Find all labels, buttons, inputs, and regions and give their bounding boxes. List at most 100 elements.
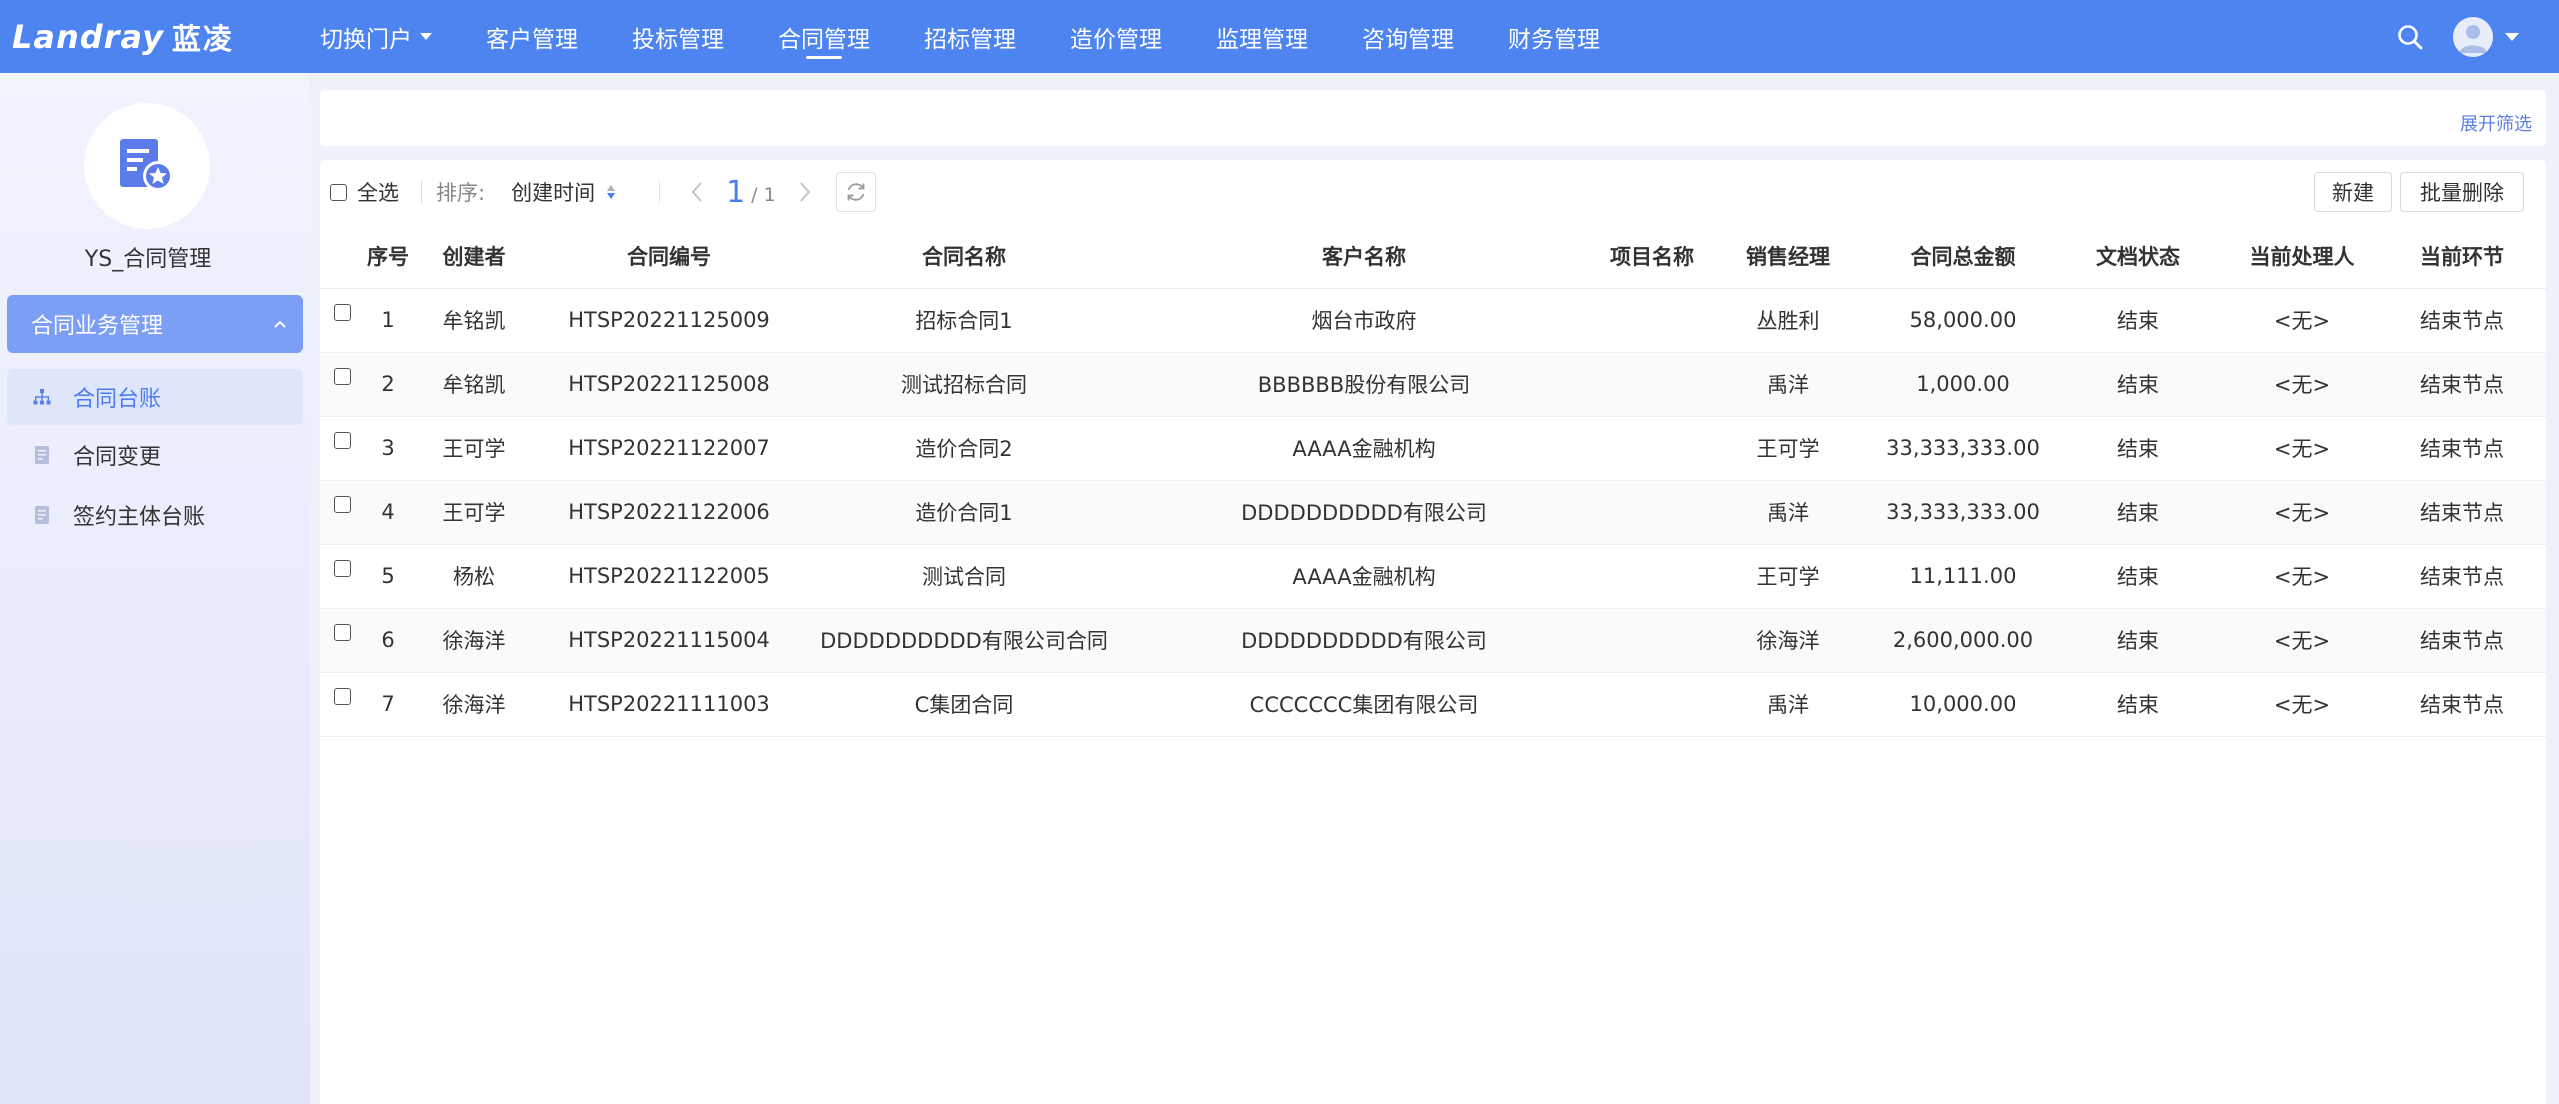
cell-contract-no[interactable]: HTSP20221122005 bbox=[534, 544, 804, 609]
nav-customer-management[interactable]: 客户管理 bbox=[486, 0, 578, 73]
cell-contract-no[interactable]: HTSP20221115004 bbox=[534, 608, 804, 673]
column-header[interactable]: 创建者 bbox=[414, 224, 534, 289]
cell-current-handler: <无> bbox=[2226, 352, 2378, 417]
prev-page-icon[interactable] bbox=[682, 177, 712, 207]
table-row[interactable]: 7 徐海洋 HTSP20221111003 C集团合同 CCCCCCC集团有限公… bbox=[320, 672, 2546, 737]
avatar[interactable] bbox=[2453, 16, 2493, 57]
cell-doc-status: 结束 bbox=[2050, 608, 2226, 673]
row-checkbox[interactable] bbox=[334, 368, 351, 385]
cell-creator: 牟铭凯 bbox=[414, 352, 534, 417]
sort-label: 排序: bbox=[436, 181, 486, 205]
cell-index: 3 bbox=[362, 416, 414, 481]
checkbox[interactable] bbox=[330, 183, 347, 201]
filter-bar: 展开筛选 bbox=[320, 90, 2546, 146]
cell-contract-name[interactable]: 造价合同1 bbox=[804, 480, 1124, 545]
row-checkbox-cell bbox=[320, 288, 362, 353]
row-checkbox[interactable] bbox=[334, 304, 351, 321]
next-page-icon[interactable] bbox=[790, 177, 820, 207]
table-row[interactable]: 2 牟铭凯 HTSP20221125008 测试招标合同 BBBBBB股份有限公… bbox=[320, 352, 2546, 417]
refresh-button[interactable] bbox=[835, 172, 876, 212]
column-header[interactable]: 当前环节 bbox=[2378, 224, 2546, 289]
new-button[interactable]: 新建 bbox=[2314, 172, 2392, 212]
nav-cost-management[interactable]: 造价管理 bbox=[1070, 0, 1162, 73]
cell-sales-manager: 徐海洋 bbox=[1700, 608, 1876, 673]
column-header[interactable]: 序号 bbox=[362, 224, 414, 289]
sidebar-group-contract-business[interactable]: 合同业务管理 bbox=[7, 295, 303, 353]
row-checkbox[interactable] bbox=[334, 432, 351, 449]
column-header[interactable]: 合同总金额 bbox=[1876, 224, 2050, 289]
row-checkbox[interactable] bbox=[334, 496, 351, 513]
cell-customer-name: CCCCCCC集团有限公司 bbox=[1124, 672, 1604, 737]
row-checkbox[interactable] bbox=[334, 688, 351, 705]
column-header[interactable]: 客户名称 bbox=[1124, 224, 1604, 289]
cell-contract-no[interactable]: HTSP20221125009 bbox=[534, 288, 804, 353]
row-checkbox[interactable] bbox=[334, 560, 351, 577]
nav-label: 造价管理 bbox=[1070, 26, 1162, 53]
cell-contract-name[interactable]: 招标合同1 bbox=[804, 288, 1124, 353]
nav-label: 财务管理 bbox=[1508, 26, 1600, 53]
nav-bidding-management[interactable]: 投标管理 bbox=[632, 0, 724, 73]
cell-total-amount: 58,000.00 bbox=[1876, 288, 2050, 353]
sidebar: YS_合同管理 合同业务管理 合同台账 合同变更 签约主体台账 bbox=[0, 73, 310, 1104]
cell-index: 7 bbox=[362, 672, 414, 737]
cell-project-name bbox=[1604, 480, 1700, 545]
nav-label: 切换门户 bbox=[320, 26, 412, 53]
sidebar-item-label: 合同变更 bbox=[73, 445, 162, 470]
nav-consulting-management[interactable]: 咨询管理 bbox=[1362, 0, 1454, 73]
cell-contract-name[interactable]: 测试招标合同 bbox=[804, 352, 1124, 417]
row-checkbox[interactable] bbox=[334, 624, 351, 641]
cell-contract-no[interactable]: HTSP20221125008 bbox=[534, 352, 804, 417]
divider bbox=[659, 181, 661, 203]
nav-label: 监理管理 bbox=[1216, 26, 1308, 53]
table-row[interactable]: 4 王可学 HTSP20221122006 造价合同1 DDDDDDDDDD有限… bbox=[320, 480, 2546, 545]
current-page[interactable]: 1 bbox=[726, 175, 745, 210]
table-row[interactable]: 5 杨松 HTSP20221122005 测试合同 AAAA金融机构 王可学 1… bbox=[320, 544, 2546, 609]
sidebar-item-contract-change[interactable]: 合同变更 bbox=[7, 427, 303, 483]
sidebar-item-contract-ledger[interactable]: 合同台账 bbox=[7, 369, 303, 425]
chevron-down-icon[interactable] bbox=[2505, 32, 2519, 41]
nav-tender-management[interactable]: 招标管理 bbox=[924, 0, 1016, 73]
cell-contract-name[interactable]: 造价合同2 bbox=[804, 416, 1124, 481]
expand-filter-link[interactable]: 展开筛选 bbox=[2460, 110, 2532, 136]
cell-current-node: 结束节点 bbox=[2378, 416, 2546, 481]
brand-name-cn: 蓝凌 bbox=[171, 21, 234, 56]
cell-total-amount: 11,111.00 bbox=[1876, 544, 2050, 609]
column-header[interactable]: 文档状态 bbox=[2050, 224, 2226, 289]
cell-project-name bbox=[1604, 288, 1700, 353]
batch-delete-button[interactable]: 批量删除 bbox=[2400, 172, 2524, 212]
cell-contract-name[interactable]: C集团合同 bbox=[804, 672, 1124, 737]
sidebar-item-signing-entity-ledger[interactable]: 签约主体台账 bbox=[7, 487, 303, 543]
cell-sales-manager: 王可学 bbox=[1700, 544, 1876, 609]
nav-switch-portal[interactable]: 切换门户 bbox=[320, 0, 432, 73]
column-header[interactable]: 项目名称 bbox=[1604, 224, 1700, 289]
column-header[interactable]: 当前处理人 bbox=[2226, 224, 2378, 289]
table-row[interactable]: 6 徐海洋 HTSP20221115004 DDDDDDDDDD有限公司合同 D… bbox=[320, 608, 2546, 673]
header-checkbox-cell bbox=[320, 224, 362, 289]
divider bbox=[421, 181, 422, 203]
nav-supervision-management[interactable]: 监理管理 bbox=[1216, 0, 1308, 73]
cell-customer-name: 烟台市政府 bbox=[1124, 288, 1604, 353]
cell-creator: 王可学 bbox=[414, 416, 534, 481]
cell-contract-no[interactable]: HTSP20221122006 bbox=[534, 480, 804, 545]
logo[interactable]: Landray 蓝凌 bbox=[0, 0, 320, 73]
cell-total-amount: 2,600,000.00 bbox=[1876, 608, 2050, 673]
select-all-checkbox[interactable]: 全选 bbox=[330, 177, 399, 207]
sort-field-selector[interactable]: 创建时间 bbox=[511, 177, 617, 207]
table-row[interactable]: 1 牟铭凯 HTSP20221125009 招标合同1 烟台市政府 丛胜利 58… bbox=[320, 288, 2546, 353]
cell-contract-name[interactable]: DDDDDDDDDD有限公司合同 bbox=[804, 608, 1124, 673]
cell-total-amount: 33,333,333.00 bbox=[1876, 416, 2050, 481]
cell-contract-no[interactable]: HTSP20221111003 bbox=[534, 672, 804, 737]
main-nav: 切换门户 客户管理 投标管理 合同管理 招标管理 造价管理 监理管理 咨询管理 … bbox=[320, 0, 1654, 73]
column-header[interactable]: 合同编号 bbox=[534, 224, 804, 289]
cell-current-handler: <无> bbox=[2226, 480, 2378, 545]
nav-contract-management[interactable]: 合同管理 bbox=[778, 0, 870, 73]
cell-doc-status: 结束 bbox=[2050, 352, 2226, 417]
column-header[interactable]: 销售经理 bbox=[1700, 224, 1876, 289]
search-icon[interactable] bbox=[2395, 22, 2425, 52]
table-row[interactable]: 3 王可学 HTSP20221122007 造价合同2 AAAA金融机构 王可学… bbox=[320, 416, 2546, 481]
column-header[interactable]: 合同名称 bbox=[804, 224, 1124, 289]
cell-contract-no[interactable]: HTSP20221122007 bbox=[534, 416, 804, 481]
cell-contract-name[interactable]: 测试合同 bbox=[804, 544, 1124, 609]
nav-finance-management[interactable]: 财务管理 bbox=[1508, 0, 1600, 73]
cell-project-name bbox=[1604, 352, 1700, 417]
